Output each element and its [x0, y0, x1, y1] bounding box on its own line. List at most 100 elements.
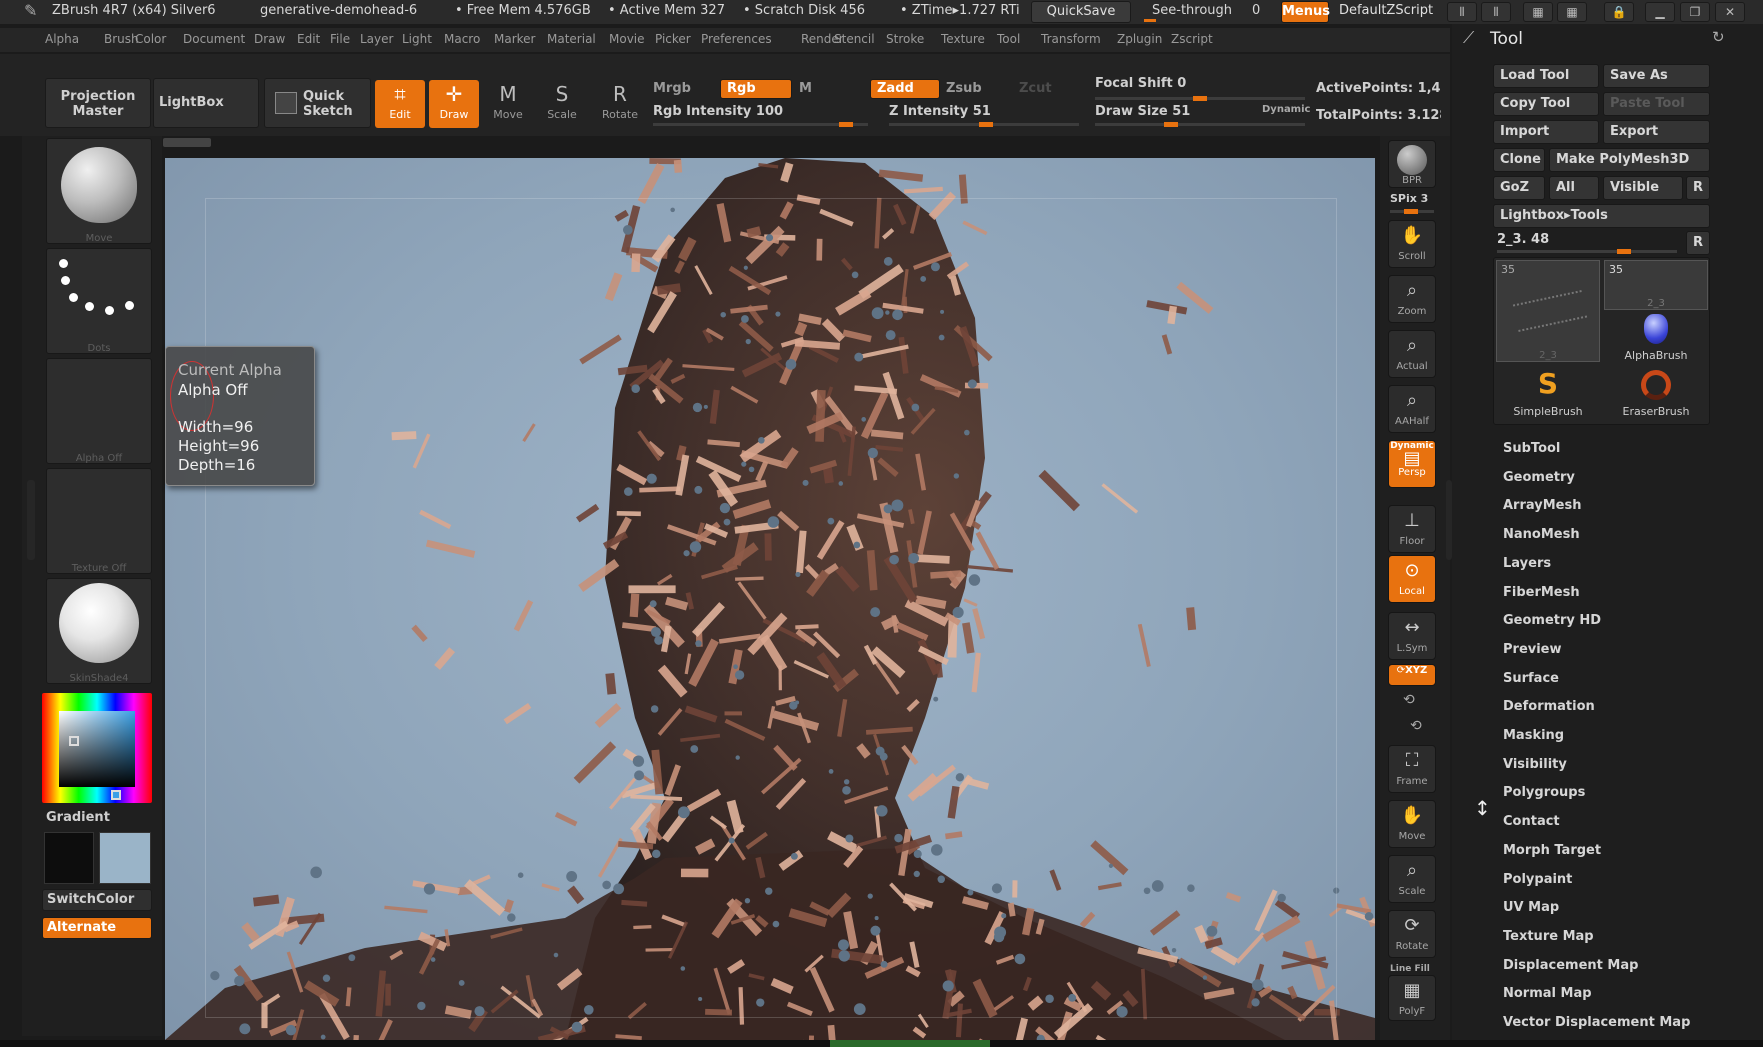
subpalette-fibermesh[interactable]: FiberMesh [1503, 585, 1580, 600]
z-rotate-icon[interactable]: ⟲ [1410, 718, 1422, 734]
menu-document[interactable]: Document [183, 32, 245, 46]
subpalette-geometry[interactable]: Geometry [1503, 470, 1575, 485]
color-picker-cursor[interactable] [69, 736, 79, 746]
projection-master-button[interactable]: Projection Master [45, 78, 151, 128]
import-button[interactable]: Import [1493, 120, 1599, 144]
quick-sketch-button[interactable]: Quick Sketch [264, 78, 371, 128]
stroke-selector[interactable]: Dots [46, 248, 152, 354]
layout-alt-icon[interactable]: ▦ [1557, 2, 1587, 22]
scale-view-button[interactable]: ⌕ Scale [1388, 855, 1436, 903]
copy-tool-button[interactable]: Copy Tool [1493, 92, 1599, 116]
frame-button[interactable]: ⛶ Frame [1388, 745, 1436, 793]
polyf-button[interactable]: ▦ PolyF [1388, 975, 1436, 1021]
layout-icon[interactable]: ▦ [1523, 2, 1553, 22]
spix-slider[interactable] [1390, 209, 1434, 214]
palette-right-icon[interactable]: ⦀ [1481, 2, 1511, 22]
menu-texture[interactable]: Texture [941, 32, 985, 46]
subpalette-displacement-map[interactable]: Displacement Map [1503, 958, 1638, 973]
quicksave-button[interactable]: QuickSave [1031, 1, 1131, 23]
goz-r-button[interactable]: R [1686, 176, 1710, 200]
menu-transform[interactable]: Transform [1041, 32, 1101, 46]
xyz-button[interactable]: ⟳XYZ [1388, 664, 1436, 686]
z-intensity-handle[interactable] [978, 122, 993, 127]
menu-zplugin[interactable]: Zplugin [1117, 32, 1162, 46]
close-icon[interactable]: ✕ [1715, 2, 1745, 22]
subpalette-subtool[interactable]: SubTool [1503, 441, 1560, 456]
menu-zscript[interactable]: Zscript [1171, 32, 1213, 46]
subpalette-normal-map[interactable]: Normal Map [1503, 986, 1592, 1001]
left-collapse-handle[interactable] [27, 480, 35, 560]
subpalette-preview[interactable]: Preview [1503, 642, 1562, 657]
lightbox-button[interactable]: LightBox [153, 78, 259, 128]
menu-light[interactable]: Light [402, 32, 432, 46]
menu-file[interactable]: File [330, 32, 350, 46]
bottom-tray-handle[interactable] [830, 1040, 990, 1047]
load-tool-button[interactable]: Load Tool [1493, 64, 1599, 88]
right-collapse-handle[interactable] [1446, 480, 1452, 560]
goz-visible-button[interactable]: Visible [1603, 176, 1683, 200]
tool-thumb-recent[interactable]: 35 2_3 [1604, 260, 1708, 310]
scale-button[interactable]: S Scale [537, 80, 587, 128]
bpr-button[interactable]: BPR [1388, 140, 1436, 188]
minimize-icon[interactable]: ▁ [1645, 2, 1675, 22]
color-picker[interactable] [42, 693, 152, 803]
brush-selector[interactable]: Move [46, 138, 152, 244]
lightbox-tools-button[interactable]: Lightbox▸Tools [1493, 204, 1710, 228]
secondary-color-swatch[interactable] [99, 832, 151, 884]
alternate-button[interactable]: Alternate [42, 917, 152, 939]
draw-size-slider[interactable] [1095, 123, 1305, 126]
menu-material[interactable]: Material [547, 32, 596, 46]
zoom-button[interactable]: ⌕ Zoom [1388, 275, 1436, 323]
eraser-brush-tool[interactable]: EraserBrush [1604, 368, 1708, 422]
menu-preferences[interactable]: Preferences [701, 32, 772, 46]
subpalette-vector-displacement-map[interactable]: Vector Displacement Map [1503, 1015, 1690, 1030]
lsym-button[interactable]: ↔ L.Sym [1388, 612, 1436, 660]
m-button[interactable]: M [799, 81, 812, 96]
menu-stencil[interactable]: Stencil [834, 32, 875, 46]
default-zscript-button[interactable]: DefaultZScript [1333, 1, 1439, 23]
canvas-scrollbar[interactable] [163, 138, 211, 147]
subpalette-deformation[interactable]: Deformation [1503, 699, 1595, 714]
subpalette-arraymesh[interactable]: ArrayMesh [1503, 498, 1581, 513]
subpalette-visibility[interactable]: Visibility [1503, 757, 1567, 772]
tool-palette-header[interactable]: Tool [1490, 29, 1523, 49]
subpalette-masking[interactable]: Masking [1503, 728, 1564, 743]
subpalette-uv-map[interactable]: UV Map [1503, 900, 1559, 915]
subpalette-contact[interactable]: Contact [1503, 814, 1560, 829]
menu-picker[interactable]: Picker [655, 32, 691, 46]
dynamic-toggle[interactable]: Dynamic [1262, 104, 1310, 115]
document-canvas[interactable] [165, 158, 1375, 1040]
rotate-view-button[interactable]: ⟳ Rotate [1388, 910, 1436, 958]
rotate-button[interactable]: R Rotate [595, 80, 645, 128]
subpalette-layers[interactable]: Layers [1503, 556, 1551, 571]
subpalette-geometry-hd[interactable]: Geometry HD [1503, 613, 1601, 628]
menu-marker[interactable]: Marker [494, 32, 535, 46]
current-tool-handle[interactable] [1617, 249, 1631, 254]
y-rotate-icon[interactable]: ⟲ [1403, 692, 1415, 708]
zsub-button[interactable]: Zsub [946, 81, 982, 96]
gradient-label[interactable]: Gradient [46, 810, 110, 825]
zcut-button[interactable]: Zcut [1019, 81, 1052, 96]
current-tool-slider[interactable]: 2_3. 48 [1493, 230, 1683, 254]
make-polymesh-button[interactable]: Make PolyMesh3D [1549, 148, 1710, 172]
move-button[interactable]: M Move [483, 80, 533, 128]
persp-button[interactable]: Dynamic ▤ Persp [1388, 440, 1436, 488]
subpalette-nanomesh[interactable]: NanoMesh [1503, 527, 1580, 542]
subpalette-texture-map[interactable]: Texture Map [1503, 929, 1594, 944]
restore-icon[interactable]: ❐ [1680, 2, 1710, 22]
subpalette-polypaint[interactable]: Polypaint [1503, 872, 1572, 887]
menu-draw[interactable]: Draw [254, 32, 285, 46]
menu-movie[interactable]: Movie [609, 32, 645, 46]
tool-thumb-current[interactable]: 35 2_3 [1496, 260, 1600, 362]
menu-stroke[interactable]: Stroke [886, 32, 924, 46]
see-through-handle[interactable] [1144, 19, 1156, 22]
lock-icon[interactable]: 🔒 [1604, 2, 1634, 22]
switchcolor-button[interactable]: SwitchColor [42, 889, 152, 911]
subpalette-surface[interactable]: Surface [1503, 671, 1559, 686]
draw-size-handle[interactable] [1163, 122, 1178, 127]
paste-tool-button[interactable]: Paste Tool [1603, 92, 1710, 116]
primary-color-swatch[interactable] [44, 832, 94, 884]
rgb-button[interactable]: Rgb [720, 79, 792, 99]
color-picker-square[interactable] [59, 711, 135, 787]
menu-edit[interactable]: Edit [297, 32, 320, 46]
